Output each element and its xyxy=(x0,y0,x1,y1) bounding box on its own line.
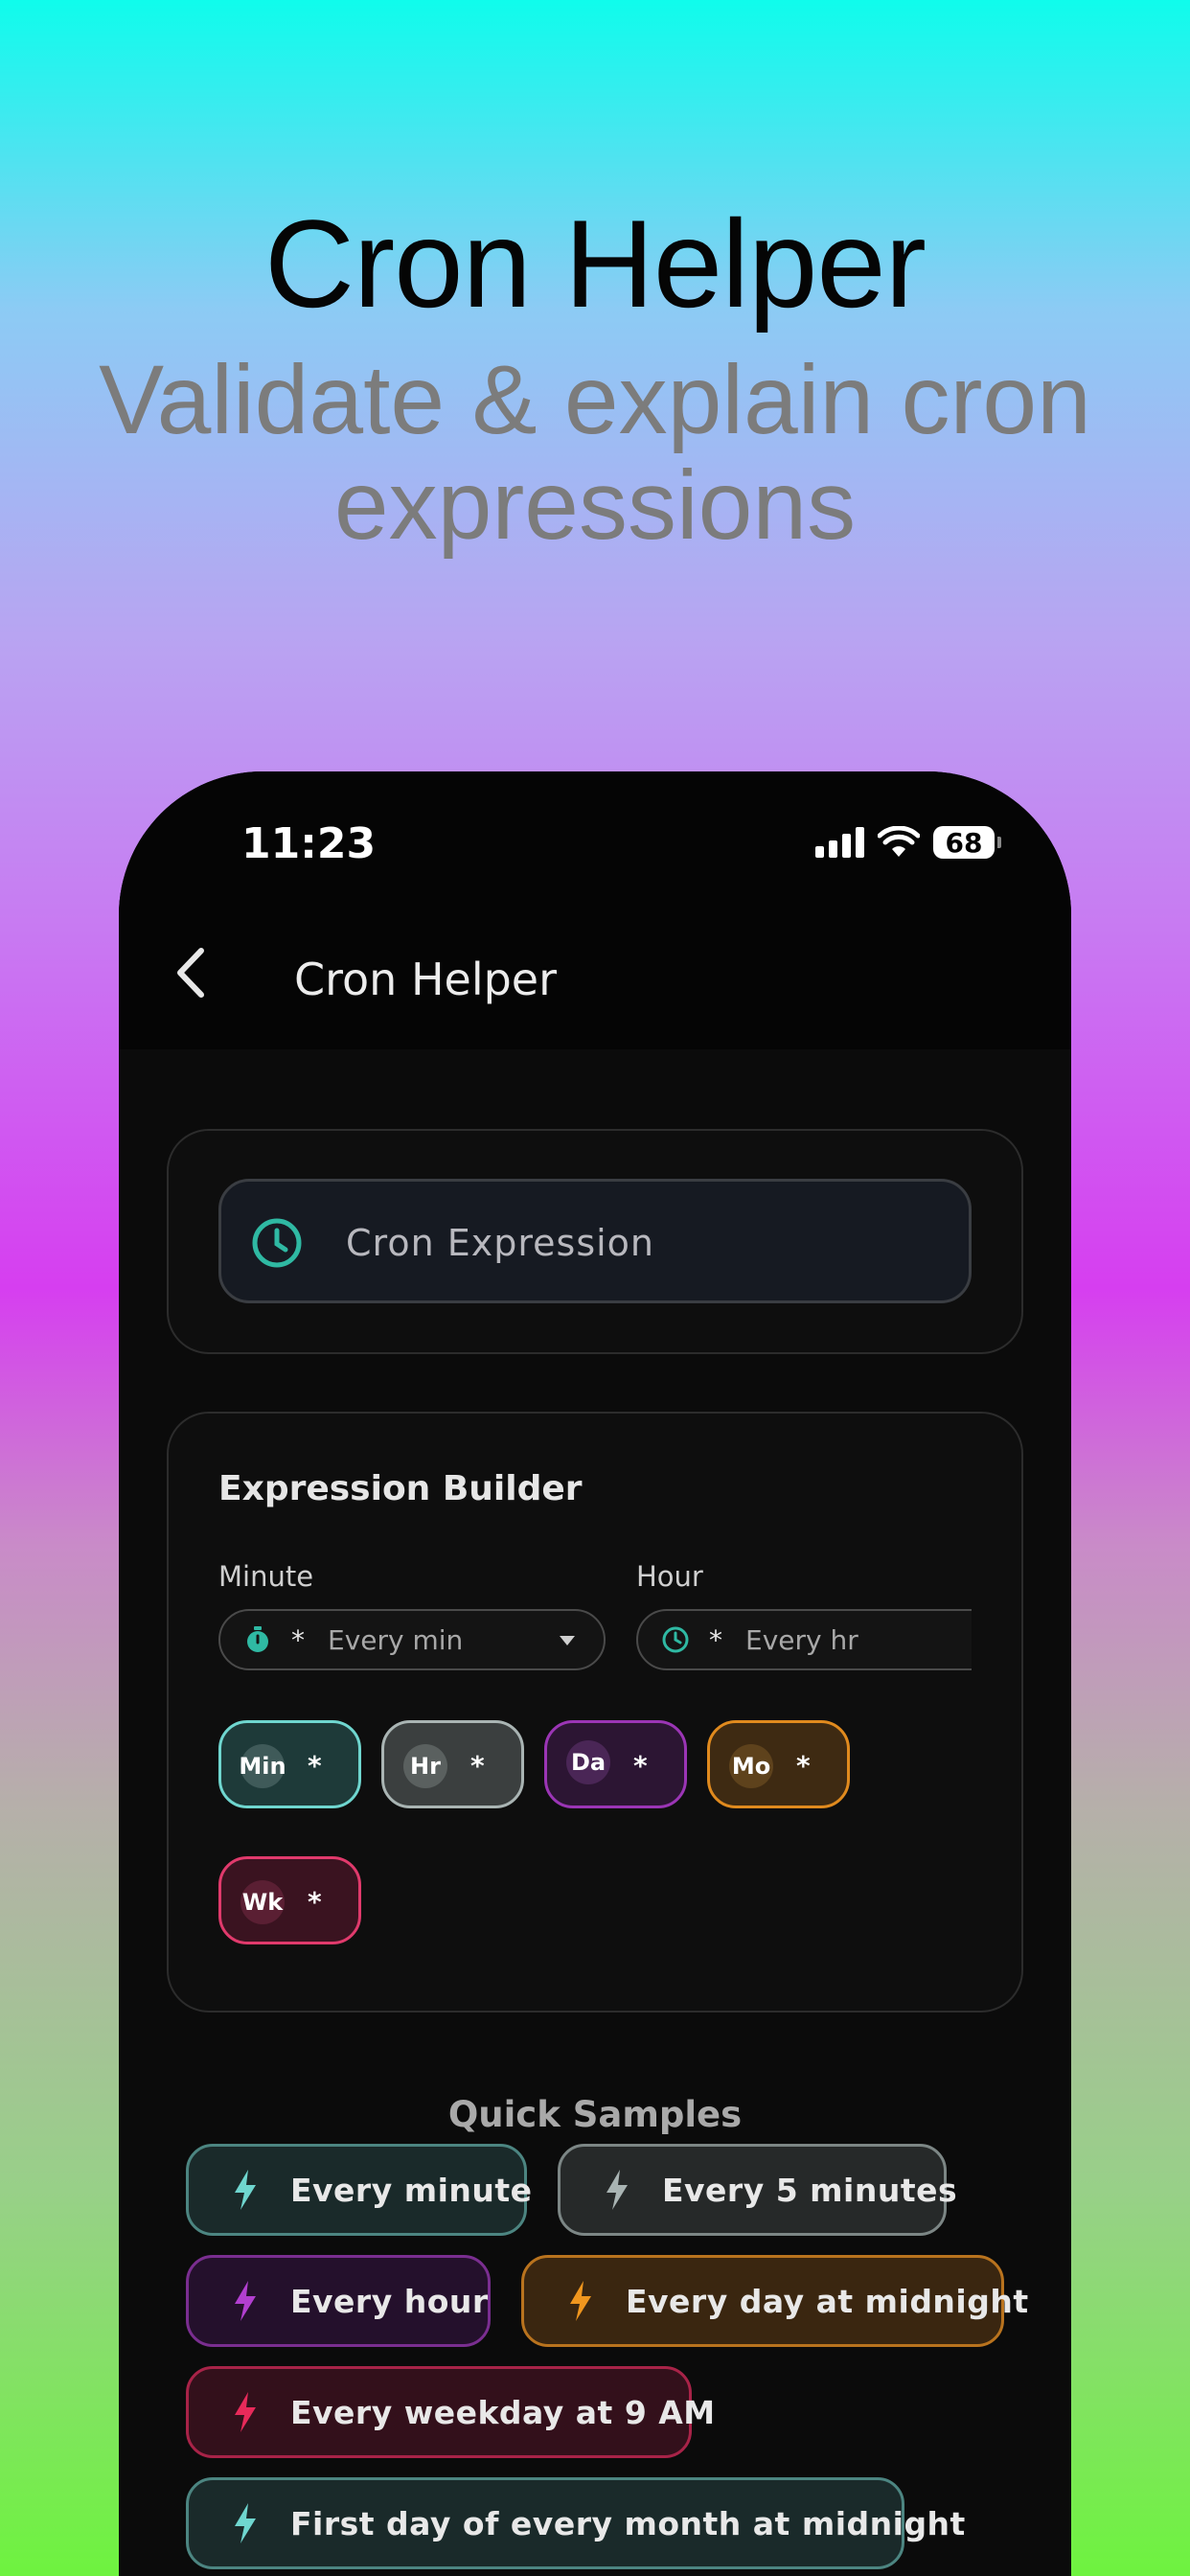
hour-select[interactable]: * Every hr xyxy=(636,1609,972,1670)
phone-screen: 11:23 68 Cron Helper Cron Expression Exp… xyxy=(119,771,1071,2576)
chip-badge: Hr xyxy=(403,1744,447,1788)
chip-month[interactable]: Mo * xyxy=(707,1720,850,1808)
wifi-icon xyxy=(878,826,920,857)
battery-icon: 68 xyxy=(933,826,1001,859)
sample-label: Every 5 minutes xyxy=(662,2171,958,2209)
clock-icon xyxy=(252,1218,302,1268)
chip-minute[interactable]: Min * xyxy=(218,1720,361,1808)
sample-label: Every weekday at 9 AM xyxy=(290,2393,716,2431)
sample-every-5-minutes[interactable]: Every 5 minutes xyxy=(558,2144,957,2236)
chip-badge: Min xyxy=(239,1744,286,1788)
lightning-icon xyxy=(235,2170,256,2210)
sample-label: Every day at midnight xyxy=(626,2282,1029,2320)
sample-every-day-midnight[interactable]: Every day at midnight xyxy=(521,2255,1028,2347)
cellular-signal-icon xyxy=(815,827,864,858)
chip-weekday[interactable]: Wk * xyxy=(218,1856,361,1944)
chip-value: * xyxy=(308,1750,322,1782)
chip-day[interactable]: Da * xyxy=(544,1720,687,1808)
app-bar-title: Cron Helper xyxy=(294,954,558,1005)
lightning-icon xyxy=(235,2281,256,2321)
chip-badge: Da xyxy=(566,1740,610,1784)
lightning-icon xyxy=(235,2392,256,2432)
hour-text: Every hr xyxy=(745,1623,858,1656)
clock-icon xyxy=(662,1626,689,1653)
chip-hour[interactable]: Hr * xyxy=(381,1720,524,1808)
sample-label: Every hour xyxy=(290,2282,489,2320)
app-header: 11:23 68 Cron Helper xyxy=(119,771,1071,1049)
hour-value: * xyxy=(709,1623,722,1656)
minute-value: * xyxy=(291,1623,305,1656)
chevron-down-icon xyxy=(560,1636,575,1645)
chip-value: * xyxy=(633,1750,648,1782)
lightning-icon xyxy=(570,2281,591,2321)
sample-every-weekday-9am[interactable]: Every weekday at 9 AM xyxy=(186,2366,715,2458)
chip-value: * xyxy=(796,1750,811,1782)
chip-badge: Wk xyxy=(240,1880,285,1924)
cron-expression-input[interactable]: Cron Expression xyxy=(218,1179,972,1303)
sample-label: First day of every month at midnight xyxy=(290,2504,966,2542)
minute-label: Minute xyxy=(218,1560,314,1593)
chip-badge: Mo xyxy=(729,1744,773,1788)
expression-builder-card: Expression Builder Minute Hour * Every m… xyxy=(167,1412,1023,2012)
quick-samples-title: Quick Samples xyxy=(447,2094,743,2135)
chip-value: * xyxy=(470,1750,485,1782)
builder-title: Expression Builder xyxy=(218,1469,583,1508)
cron-expression-placeholder: Cron Expression xyxy=(346,1222,655,1264)
cron-input-card: Cron Expression xyxy=(167,1129,1023,1354)
hour-label: Hour xyxy=(636,1560,703,1593)
lightning-icon xyxy=(235,2503,256,2543)
status-time: 11:23 xyxy=(241,819,377,868)
hour-select-viewport: * Every hr xyxy=(636,1609,972,1670)
hero-subtitle: Validate & explain cron expressions xyxy=(99,345,1091,560)
sample-every-hour[interactable]: Every hour xyxy=(186,2255,491,2347)
sample-first-day-month[interactable]: First day of every month at midnight xyxy=(186,2477,965,2569)
stopwatch-icon xyxy=(247,1626,268,1652)
hero-title: Cron Helper xyxy=(264,194,927,334)
sample-label: Every minute xyxy=(290,2171,533,2209)
status-icons: 68 xyxy=(815,821,1001,863)
back-arrow-icon[interactable] xyxy=(167,939,215,1006)
minute-text: Every min xyxy=(328,1623,464,1656)
minute-select[interactable]: * Every min xyxy=(218,1609,606,1670)
lightning-icon xyxy=(606,2170,628,2210)
chip-value: * xyxy=(308,1886,322,1918)
sample-every-minute[interactable]: Every minute xyxy=(186,2144,532,2236)
